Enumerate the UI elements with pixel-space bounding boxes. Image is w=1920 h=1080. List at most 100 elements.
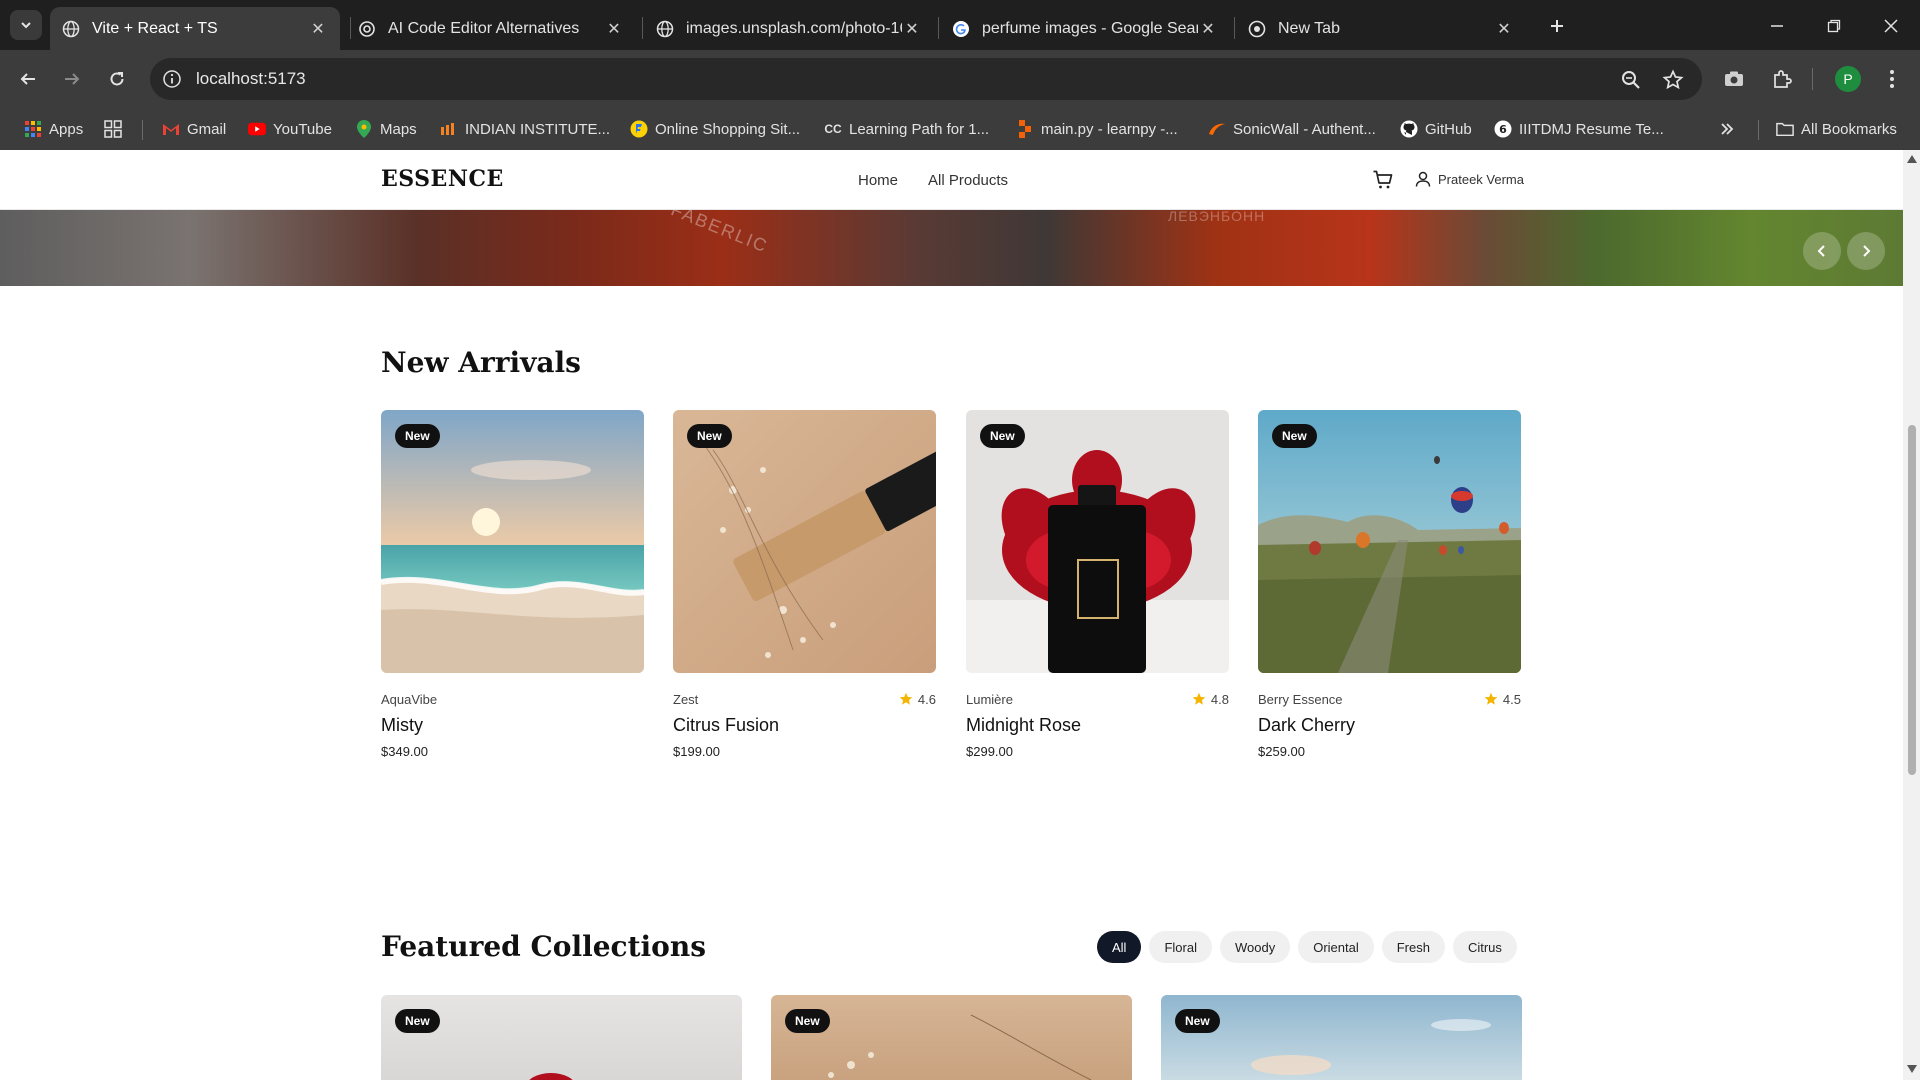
product-image[interactable]: New bbox=[1258, 410, 1521, 673]
tab-search-button[interactable] bbox=[10, 10, 42, 40]
bookmark-label: Online Shopping Sit... bbox=[655, 120, 801, 138]
product-card[interactable]: New Berry Essence 4.5 Dark Cherry $259.0… bbox=[1258, 410, 1521, 759]
bookmarks-bar: Apps Gmail YouTube Maps INDIAN INSTITUTE… bbox=[0, 108, 1920, 150]
bookmark-online-shopping[interactable]: Online Shopping Sit... bbox=[630, 108, 800, 150]
scrollbar-thumb[interactable] bbox=[1908, 425, 1916, 775]
more-bookmarks-button[interactable] bbox=[1718, 108, 1743, 150]
toolbar-separator bbox=[1812, 68, 1813, 90]
filter-all-chip[interactable]: All bbox=[1097, 931, 1142, 963]
filter-fresh-chip[interactable]: Fresh bbox=[1381, 931, 1445, 963]
featured-product-card[interactable]: New bbox=[381, 995, 742, 1080]
new-badge: New bbox=[1175, 1009, 1220, 1033]
filter-oriental-chip[interactable]: Oriental bbox=[1298, 931, 1374, 963]
tab-vite-react[interactable]: Vite + React + TS ✕ bbox=[50, 7, 340, 50]
perfume-bottle-image bbox=[966, 410, 1229, 673]
nav-all-products-link[interactable]: All Products bbox=[928, 172, 1008, 189]
reload-icon bbox=[110, 72, 124, 86]
bookmark-label: SonicWall - Authent... bbox=[1233, 120, 1376, 138]
browser-menu-button[interactable] bbox=[1878, 64, 1906, 94]
minimize-button[interactable] bbox=[1763, 12, 1791, 40]
bookmark-indian-institute[interactable]: INDIAN INSTITUTE... bbox=[440, 108, 610, 150]
product-name[interactable]: Midnight Rose bbox=[966, 715, 1229, 736]
close-icon[interactable]: ✕ bbox=[902, 19, 922, 39]
close-icon[interactable]: ✕ bbox=[1494, 19, 1514, 39]
nav-home-link[interactable]: Home bbox=[858, 172, 898, 189]
bookmark-separator bbox=[142, 120, 143, 140]
forward-button[interactable] bbox=[58, 65, 86, 93]
svg-text:6: 6 bbox=[1499, 123, 1507, 136]
carousel-next-button[interactable] bbox=[1847, 232, 1885, 270]
star-icon bbox=[1484, 692, 1498, 705]
product-name[interactable]: Citrus Fusion bbox=[673, 715, 936, 736]
profile-avatar[interactable]: P bbox=[1835, 66, 1861, 92]
bookmark-sonicwall[interactable]: SonicWall - Authent... bbox=[1208, 108, 1376, 150]
scroll-down-arrow-icon[interactable] bbox=[1907, 1064, 1917, 1074]
filter-woody-chip[interactable]: Woody bbox=[1219, 931, 1291, 963]
all-bookmarks-button[interactable]: All Bookmarks bbox=[1776, 108, 1897, 150]
bookmark-apps[interactable]: Apps bbox=[24, 108, 83, 150]
product-card[interactable]: New AquaVibe Misty $349.00 bbox=[381, 410, 644, 759]
bookmark-youtube[interactable]: YouTube bbox=[248, 108, 332, 150]
site-logo[interactable]: ESSENCE bbox=[381, 166, 504, 192]
product-name[interactable]: Misty bbox=[381, 715, 644, 736]
site-info-icon[interactable] bbox=[162, 69, 182, 89]
product-image[interactable]: New bbox=[966, 410, 1229, 673]
address-bar[interactable]: localhost:5173 bbox=[150, 58, 1702, 100]
bookmark-maps[interactable]: Maps bbox=[355, 108, 417, 150]
user-icon bbox=[1415, 171, 1431, 187]
filter-floral-chip[interactable]: Floral bbox=[1149, 931, 1212, 963]
tab-groups-button[interactable] bbox=[104, 108, 129, 150]
bookmark-main-py[interactable]: main.py - learnpy -... bbox=[1016, 108, 1178, 150]
nars-product-image bbox=[673, 410, 936, 673]
featured-product-card[interactable]: New bbox=[771, 995, 1132, 1080]
close-icon[interactable]: ✕ bbox=[604, 19, 624, 39]
user-account[interactable]: Prateek Verma bbox=[1414, 170, 1524, 188]
tab-separator bbox=[1234, 17, 1235, 39]
globe-icon bbox=[656, 20, 674, 38]
product-image[interactable]: New bbox=[673, 410, 936, 673]
bookmark-learning-path[interactable]: CC Learning Path for 1... bbox=[824, 108, 989, 150]
bookmark-star-icon[interactable] bbox=[1661, 68, 1685, 92]
youtube-icon bbox=[248, 120, 266, 138]
tab-ai-code-editor[interactable]: AI Code Editor Alternatives ✕ bbox=[346, 7, 636, 50]
plus-icon bbox=[1551, 20, 1563, 32]
product-price: $199.00 bbox=[673, 744, 720, 759]
bookmark-github[interactable]: GitHub bbox=[1400, 108, 1472, 150]
reload-button[interactable] bbox=[103, 65, 131, 93]
chevron-right-icon bbox=[1863, 245, 1871, 257]
filter-citrus-chip[interactable]: Citrus bbox=[1452, 931, 1517, 963]
product-name[interactable]: Dark Cherry bbox=[1258, 715, 1521, 736]
close-icon[interactable]: ✕ bbox=[1198, 19, 1218, 39]
close-window-button[interactable] bbox=[1877, 12, 1905, 40]
product-image[interactable]: New bbox=[381, 410, 644, 673]
screenshot-button[interactable] bbox=[1720, 64, 1748, 94]
back-button[interactable] bbox=[14, 65, 42, 93]
product-card[interactable]: New Zest 4.6 Citrus Fusion $199.00 bbox=[673, 410, 936, 759]
extensions-button[interactable] bbox=[1768, 64, 1796, 94]
tab-unsplash-image[interactable]: images.unsplash.com/photo-16 ✕ bbox=[644, 7, 934, 50]
bookmark-gmail[interactable]: Gmail bbox=[162, 108, 226, 150]
close-icon[interactable]: ✕ bbox=[308, 19, 328, 39]
zoom-icon[interactable] bbox=[1619, 68, 1643, 92]
tab-google-search[interactable]: perfume images - Google Searc ✕ bbox=[940, 7, 1230, 50]
product-card[interactable]: New Lumière 4.8 Midnight Rose $299.00 bbox=[966, 410, 1229, 759]
featured-product-card[interactable]: New bbox=[1161, 995, 1522, 1080]
cart-icon[interactable] bbox=[1372, 169, 1394, 191]
product-meta: Lumière 4.8 bbox=[966, 691, 1229, 707]
google-icon bbox=[952, 20, 970, 38]
tab-separator bbox=[642, 17, 643, 39]
restore-button[interactable] bbox=[1820, 12, 1848, 40]
rating-value: 4.5 bbox=[1502, 691, 1521, 707]
page-scrollbar[interactable] bbox=[1903, 150, 1920, 1080]
carousel-prev-button[interactable] bbox=[1803, 232, 1841, 270]
product-meta: AquaVibe bbox=[381, 691, 644, 707]
bookmark-iiitdmj-resume[interactable]: 6 IIITDMJ Resume Te... bbox=[1494, 108, 1664, 150]
apps-grid-icon bbox=[24, 120, 42, 138]
new-tab-button[interactable] bbox=[1543, 12, 1571, 40]
featured-product-image bbox=[828, 1014, 1092, 1080]
tab-title: New Tab bbox=[1278, 19, 1340, 37]
product-rating: 4.6 bbox=[899, 692, 936, 707]
star-icon bbox=[1192, 692, 1206, 705]
tab-new-tab[interactable]: New Tab ✕ bbox=[1236, 7, 1526, 50]
scroll-up-arrow-icon[interactable] bbox=[1907, 154, 1917, 164]
